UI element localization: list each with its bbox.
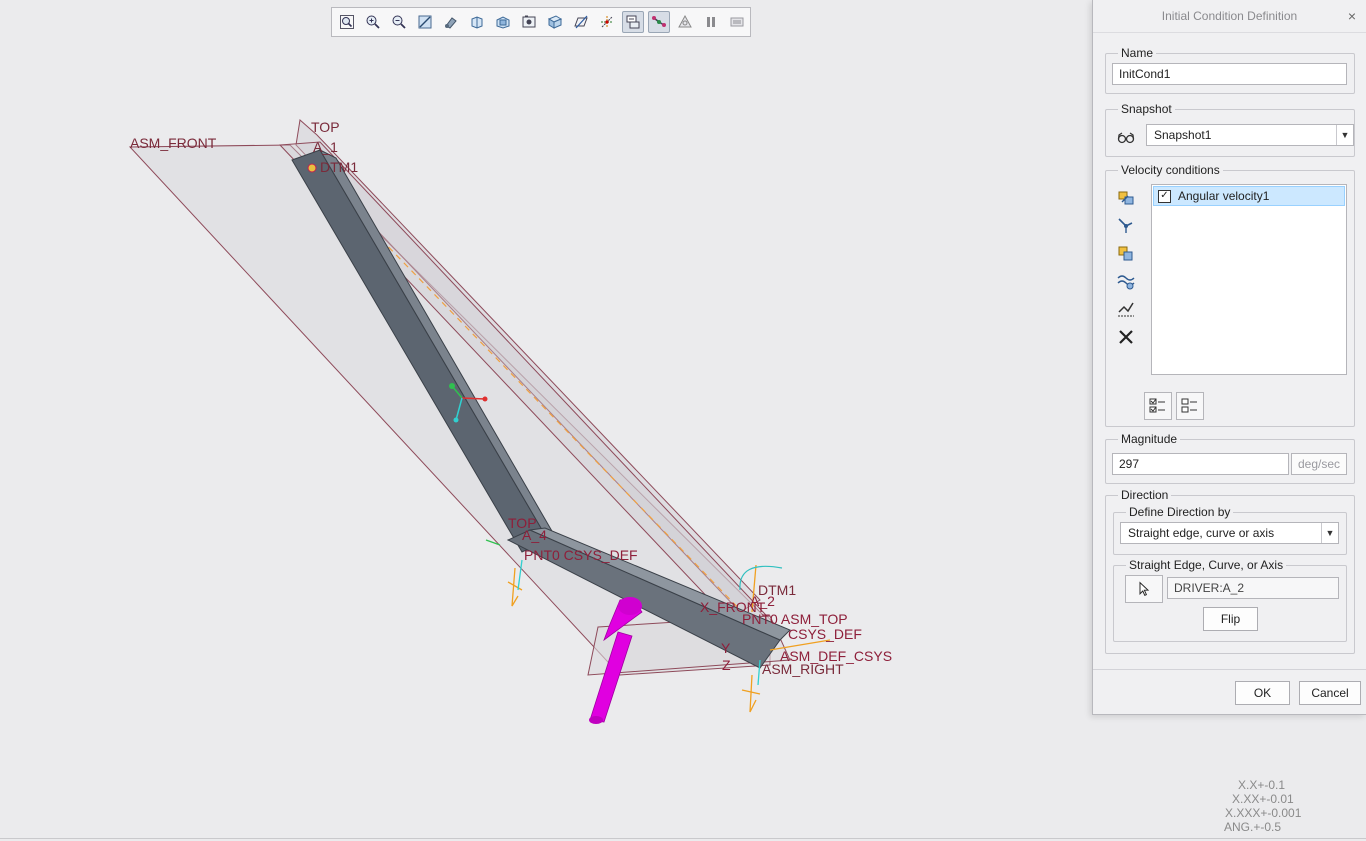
magnitude-unit: deg/sec	[1291, 453, 1347, 475]
status-separator	[0, 838, 1366, 839]
magnitude-legend: Magnitude	[1121, 432, 1178, 446]
translational-velocity-icon[interactable]	[1115, 187, 1137, 209]
glasses-icon[interactable]	[1115, 126, 1137, 148]
point-velocity-icon[interactable]	[1115, 215, 1137, 237]
delete-icon[interactable]	[1115, 326, 1137, 348]
label-csys-def-2: CSYS_DEF	[788, 626, 862, 642]
dialog-title: Initial Condition Definition	[1161, 9, 1298, 23]
velocity-item-label: Angular velocity1	[1178, 189, 1270, 203]
refit-icon[interactable]	[336, 11, 358, 33]
zoom-in-icon[interactable]	[362, 11, 384, 33]
label-a4: A_4	[522, 527, 547, 543]
spin-center-icon[interactable]	[596, 11, 618, 33]
uncheck-all-button[interactable]	[1176, 392, 1204, 420]
tolerance-1: X.X+-0.1	[1238, 778, 1286, 792]
select-edge-button[interactable]	[1125, 575, 1163, 603]
motion-axis-velocity-icon[interactable]	[1115, 243, 1137, 265]
graphics-viewport[interactable]: ASM_FRONT TOP A_1 DTM1 TOP A_4 PNT0 CSYS…	[0, 40, 1090, 830]
tolerance-4: ANG.+-0.5	[1224, 820, 1282, 834]
annotation-display-icon[interactable]	[622, 11, 644, 33]
edge-legend: Straight Edge, Curve, or Axis	[1129, 558, 1284, 572]
tolerance-3: X.XXX+-0.001	[1225, 806, 1302, 820]
mechanism-display-icon[interactable]	[648, 11, 670, 33]
label-y-axis: Y	[721, 640, 731, 656]
model-canvas: ASM_FRONT TOP A_1 DTM1 TOP A_4 PNT0 CSYS…	[128, 119, 892, 724]
direction-legend: Direction	[1121, 488, 1169, 502]
velocity-conditions-list[interactable]: ✓ Angular velocity1	[1151, 184, 1347, 375]
ok-button[interactable]: OK	[1235, 681, 1290, 705]
saved-orientations-icon[interactable]	[466, 11, 488, 33]
close-icon[interactable]: ×	[1348, 0, 1356, 32]
perspective-icon[interactable]	[518, 11, 540, 33]
label-top-1: TOP	[311, 119, 340, 135]
snapshot-selected: Snapshot1	[1154, 128, 1212, 142]
name-legend: Name	[1121, 46, 1154, 60]
label-dtm1-top: DTM1	[320, 159, 358, 175]
joint-top	[307, 163, 317, 173]
section-icon[interactable]	[544, 11, 566, 33]
zoom-out-icon[interactable]	[388, 11, 410, 33]
graphics-toolbar	[331, 7, 751, 37]
label-pnt-csys: PNT0 CSYS_DEF	[524, 547, 638, 563]
label-asm-front: ASM_FRONT	[130, 135, 217, 151]
stop-icon[interactable]	[726, 11, 748, 33]
repaint-icon[interactable]	[414, 11, 436, 33]
initial-condition-dialog: Initial Condition Definition × Name Init…	[1092, 0, 1366, 715]
edge-value-field[interactable]: DRIVER:A_2	[1167, 577, 1339, 599]
footer-separator	[1093, 669, 1366, 670]
label-asm-right: ASM_RIGHT	[762, 661, 844, 677]
cancel-button[interactable]: Cancel	[1299, 681, 1361, 705]
label-z-axis: Z	[722, 657, 731, 673]
datum-display-filter-icon[interactable]	[570, 11, 592, 33]
display-style-icon[interactable]	[440, 11, 462, 33]
velocity-legend: Velocity conditions	[1121, 163, 1220, 177]
chevron-down-icon[interactable]: ▼	[1321, 523, 1338, 543]
label-a1: A_1	[313, 139, 338, 155]
run-icon[interactable]	[674, 11, 696, 33]
snapshot-select[interactable]: Snapshot1 ▼	[1146, 124, 1354, 146]
dialog-title-bar: Initial Condition Definition ×	[1093, 0, 1366, 33]
chevron-down-icon[interactable]: ▼	[1336, 125, 1353, 145]
define-direction-select[interactable]: Straight edge, curve or axis ▼	[1120, 522, 1339, 544]
list-item[interactable]: ✓ Angular velocity1	[1153, 186, 1345, 206]
pause-icon[interactable]	[700, 11, 722, 33]
flip-button[interactable]: Flip	[1203, 607, 1258, 631]
view-manager-icon[interactable]	[492, 11, 514, 33]
name-input[interactable]: InitCond1	[1112, 63, 1347, 85]
cursor-arrow-icon	[1139, 581, 1150, 597]
angular-velocity-icon[interactable]	[1115, 270, 1137, 292]
magnitude-input[interactable]: 297	[1112, 453, 1289, 475]
label-pnt0-asm-top: PNT0 ASM_TOP	[742, 611, 848, 627]
tolerance-2: X.XX+-0.01	[1232, 792, 1294, 806]
define-direction-legend: Define Direction by	[1129, 505, 1231, 519]
tolerance-table: X.X+-0.1 X.XX+-0.01 X.XXX+-0.001 ANG.+-0…	[1220, 778, 1330, 834]
snapshot-legend: Snapshot	[1121, 102, 1172, 116]
slot-velocity-icon[interactable]	[1115, 298, 1137, 320]
checkbox-checked-icon[interactable]: ✓	[1158, 189, 1171, 203]
csys-mid-red	[461, 397, 486, 400]
define-direction-selected: Straight edge, curve or axis	[1128, 526, 1275, 540]
check-all-button[interactable]	[1144, 392, 1172, 420]
